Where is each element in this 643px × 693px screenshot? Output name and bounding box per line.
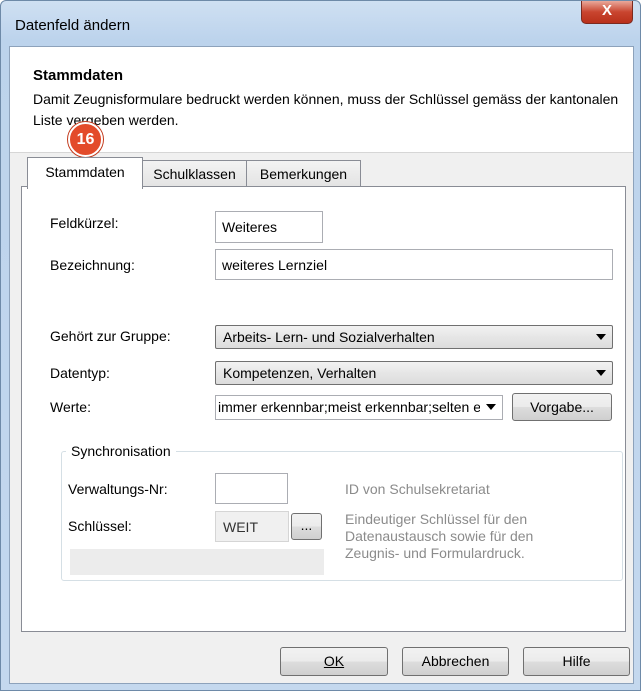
werte-combobox-value: immer erkennbar;meist erkennbar;selten e… <box>218 399 480 415</box>
title-bar: Datenfeld ändern X <box>1 1 640 45</box>
feldkuerzel-label: Feldkürzel: <box>50 215 119 231</box>
chevron-down-icon <box>596 334 606 340</box>
ok-button[interactable]: OK <box>280 647 388 676</box>
schluessel-hint: Eindeutiger Schlüssel für den Datenausta… <box>345 511 534 561</box>
verwaltungs-nr-label: Verwaltungs-Nr: <box>68 481 168 497</box>
bezeichnung-label: Bezeichnung: <box>50 257 135 273</box>
dialog-client: Stammdaten Damit Zeugnisformulare bedruc… <box>9 46 634 684</box>
feldkuerzel-input[interactable]: Weiteres <box>215 211 323 243</box>
header-description: Damit Zeugnisformulare bedruckt werden k… <box>33 91 619 128</box>
dialog-window: Datenfeld ändern X Stammdaten Damit Zeug… <box>0 0 641 691</box>
status-area <box>70 549 324 575</box>
datentyp-select-value: Kompetenzen, Verhalten <box>223 365 377 381</box>
werte-label: Werte: <box>50 399 91 415</box>
werte-combobox[interactable]: immer erkennbar;meist erkennbar;selten e… <box>215 395 503 420</box>
help-button[interactable]: Hilfe <box>523 647 630 676</box>
verwaltungs-nr-hint: ID von Schulsekretariat <box>345 481 490 497</box>
datentyp-label: Datentyp: <box>50 365 110 381</box>
bezeichnung-input[interactable]: weiteres Lernziel <box>215 249 613 280</box>
ok-button-label: OK <box>323 653 345 669</box>
close-button[interactable]: X <box>581 1 633 24</box>
verwaltungs-nr-input[interactable] <box>215 473 288 504</box>
header-title: Stammdaten <box>33 67 124 84</box>
dialog-header: Stammdaten Damit Zeugnisformulare bedruc… <box>10 47 633 153</box>
window-title: Datenfeld ändern <box>15 17 131 34</box>
tab-bemerkungen[interactable]: Bemerkungen <box>246 160 361 187</box>
schluessel-label: Schlüssel: <box>68 518 132 534</box>
gruppe-select-value: Arbeits- Lern- und Sozialverhalten <box>223 329 435 345</box>
tab-schulklassen[interactable]: Schulklassen <box>141 160 248 187</box>
cancel-button[interactable]: Abbrechen <box>402 647 509 676</box>
schluessel-browse-button[interactable]: ... <box>291 513 322 540</box>
synchronisation-group-title: Synchronisation <box>66 443 176 459</box>
chevron-down-icon <box>486 404 496 410</box>
gruppe-label: Gehört zur Gruppe: <box>50 328 171 344</box>
tab-stammdaten[interactable]: Stammdaten <box>27 157 143 189</box>
datentyp-select[interactable]: Kompetenzen, Verhalten <box>215 361 613 385</box>
chevron-down-icon <box>596 370 606 376</box>
gruppe-select[interactable]: Arbeits- Lern- und Sozialverhalten <box>215 325 613 349</box>
vorgabe-button[interactable]: Vorgabe... <box>512 393 612 421</box>
close-icon: X <box>601 2 612 19</box>
step-marker-badge: 16 <box>68 122 103 157</box>
schluessel-field: WEIT <box>215 511 289 542</box>
